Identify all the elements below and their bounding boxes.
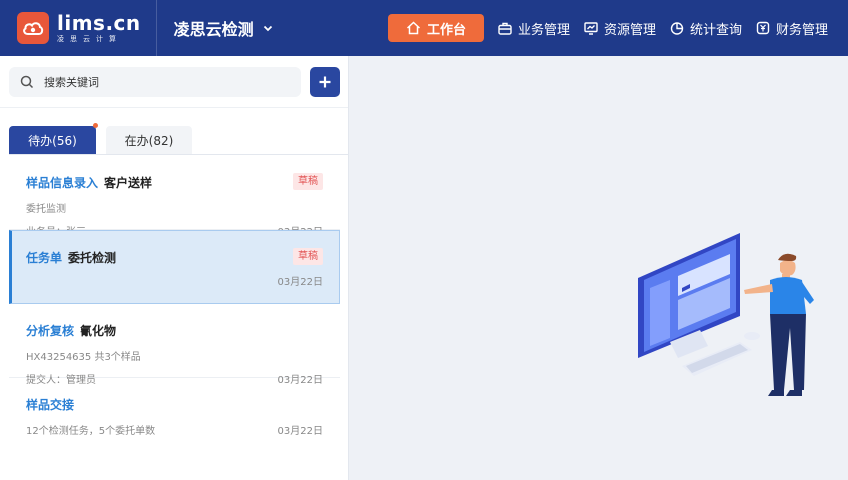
main-nav: 工作台 业务管理 资源管理 统计查询 财务管理: [388, 14, 828, 42]
nav-finance[interactable]: 财务管理: [756, 19, 828, 38]
task-name: 客户送样: [104, 176, 153, 190]
tab-pending[interactable]: 待办(56): [9, 123, 98, 154]
nav-statistics-label: 统计查询: [690, 22, 743, 38]
divider: [0, 107, 348, 108]
task-date: 03月22日: [277, 277, 323, 288]
task-list: 样品信息录入客户送样 草稿 委托监测 业务员：张三 03月22日 任务单委托检测…: [9, 156, 340, 452]
task-subtitle: HX43254635 共3个样品: [26, 352, 141, 363]
search-icon: [20, 75, 34, 89]
task-type: 任务单: [26, 251, 63, 265]
briefcase-icon: [498, 22, 512, 35]
search-input[interactable]: [44, 75, 274, 89]
nav-finance-label: 财务管理: [776, 22, 829, 38]
workbench-label: 工作台: [426, 22, 466, 38]
task-card[interactable]: 样品信息录入客户送样 草稿 委托监测 业务员：张三 03月22日: [9, 156, 340, 238]
task-type: 样品交接: [26, 398, 75, 412]
org-selector[interactable]: 凌思云检测: [174, 16, 274, 40]
nav-resource-label: 资源管理: [604, 22, 657, 38]
task-subtitle: 12个检测任务，5个委托单数: [26, 426, 156, 437]
logo[interactable]: lims.cn 凌思云计算: [17, 12, 141, 44]
task-name: 氰化物: [80, 324, 117, 338]
nav-business[interactable]: 业务管理: [498, 19, 570, 38]
header-divider: [155, 0, 157, 56]
draft-badge: 草稿: [293, 173, 323, 190]
task-type: 样品信息录入: [26, 176, 99, 190]
task-type: 分析复核: [26, 324, 75, 338]
add-button[interactable]: [310, 67, 340, 97]
task-panel: 待办(56) 在办(82) 样品信息录入客户送样 草稿 委托监测 业务员：张三 …: [0, 56, 349, 480]
task-tabs: 待办(56) 在办(82): [9, 123, 192, 154]
search-box[interactable]: [9, 67, 301, 97]
workbench-button[interactable]: 工作台: [388, 14, 484, 42]
nav-business-label: 业务管理: [518, 22, 571, 38]
task-card[interactable]: 分析复核 氰化物 HX43254635 共3个样品 提交人：管理员 03月22日: [9, 304, 340, 386]
logo-text: lims.cn: [57, 11, 141, 35]
top-bar: lims.cn 凌思云计算 凌思云检测 工作台 业务管理 资源管理 统计查询 财…: [0, 0, 848, 56]
home-icon: [406, 21, 420, 35]
draft-badge: 草稿: [293, 248, 323, 265]
cloud-logo-icon: [17, 12, 49, 44]
task-card[interactable]: 样品交接 12个检测任务，5个委托单数 03月22日: [9, 378, 340, 452]
tab-pending-label: 待办(56): [28, 133, 77, 148]
finance-icon: [756, 21, 770, 35]
org-name: 凌思云检测: [173, 20, 254, 39]
task-date: 03月22日: [277, 426, 323, 437]
empty-state-illustration: [638, 233, 814, 396]
tab-in-progress[interactable]: 在办(82): [106, 126, 192, 154]
task-subtitle: 委托监测: [26, 204, 66, 215]
tab-underline: [9, 154, 348, 155]
nav-resource[interactable]: 资源管理: [584, 19, 656, 38]
tab-in-progress-label: 在办(82): [124, 133, 174, 148]
nav-statistics[interactable]: 统计查询: [670, 19, 742, 38]
chevron-down-icon: [263, 25, 272, 32]
pie-chart-icon: [670, 22, 684, 35]
plus-icon: [319, 76, 331, 88]
search-row: [9, 67, 340, 97]
logo-subtext: 凌思云计算: [57, 35, 122, 43]
notification-dot: [93, 123, 98, 128]
monitor-chart-icon: [584, 21, 598, 35]
task-card-selected[interactable]: 任务单 委托检测 草稿 03月22日: [9, 230, 340, 304]
task-name: 委托检测: [68, 251, 117, 265]
